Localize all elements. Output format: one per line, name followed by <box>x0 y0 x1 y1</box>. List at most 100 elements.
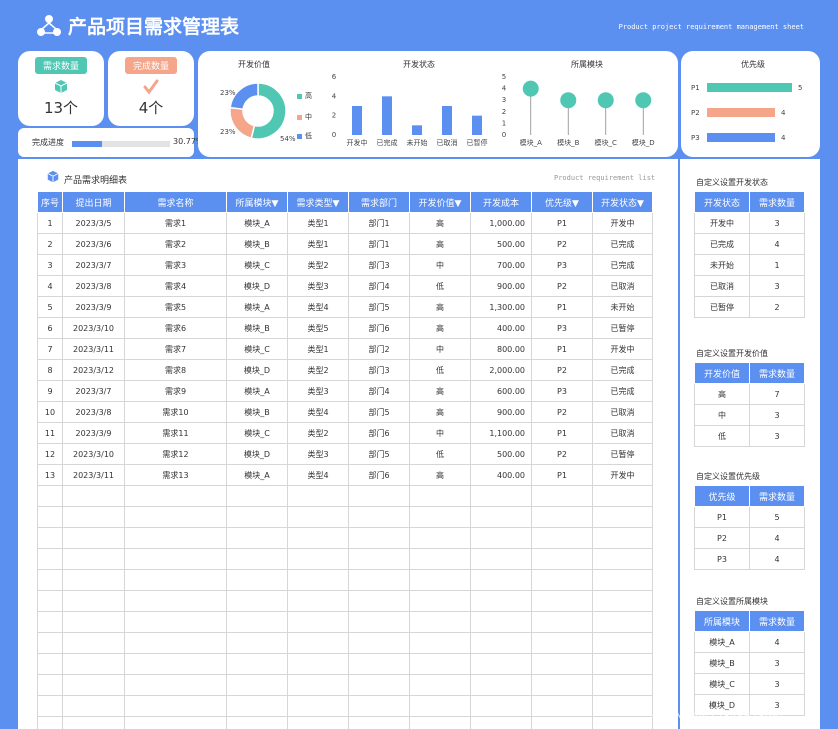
side-table-row: 模块_C 3 <box>694 673 805 695</box>
table-header-row: 序号 提出日期 需求名称 所属模块▼ 需求类型▼ 需求部门 开发价值▼ 开发成本 优先级▼ 开发状… <box>37 191 653 213</box>
empty-cell <box>287 653 349 675</box>
status-bar <box>352 106 362 135</box>
empty-cell <box>287 695 349 717</box>
table-row[interactable]: 4 2023/3/8 需求4 模块_D 类型3 部门4 低 900.00 P2 已取消 <box>37 275 653 297</box>
page-subtitle: Product project requirement management s… <box>618 23 804 31</box>
column-header[interactable]: 开发价值▼ <box>409 191 471 213</box>
empty-cell <box>226 716 288 729</box>
empty-row <box>37 485 653 507</box>
empty-row <box>37 527 653 549</box>
table-cell: 4 <box>37 275 63 297</box>
empty-cell <box>348 716 410 729</box>
empty-cell <box>409 569 471 591</box>
empty-cell <box>124 527 227 549</box>
table-cell: 5 <box>37 296 63 318</box>
column-header[interactable]: 开发状态▼ <box>592 191 653 213</box>
table-cell: 低 <box>409 275 471 297</box>
table-cell: 高 <box>409 401 471 423</box>
side-column-header: 需求数量 <box>749 485 805 507</box>
empty-cell <box>226 611 288 633</box>
table-cell: 高 <box>409 464 471 486</box>
table-cell: 已完成 <box>592 380 653 402</box>
empty-cell <box>37 506 63 528</box>
table-row[interactable]: 7 2023/3/11 需求7 模块_C 类型1 部门2 中 800.00 P1 开发中 <box>37 338 653 360</box>
module-ytick: 3 <box>502 96 506 104</box>
table-cell: 已取消 <box>592 275 653 297</box>
table-row[interactable]: 10 2023/3/8 需求10 模块_B 类型4 部门5 高 900.00 P2 已取消 <box>37 401 653 423</box>
module-xtick: 模块_D <box>632 138 655 147</box>
module-xtick: 模块_A <box>520 138 542 147</box>
table-row[interactable]: 1 2023/3/5 需求1 模块_A 类型1 部门1 高 1,000.00 P1 开发中 <box>37 212 653 234</box>
table-row[interactable]: 12 2023/3/10 需求12 模块_D 类型3 部门5 低 500.00 P2 已暂停 <box>37 443 653 465</box>
table-cell: 7 <box>37 338 63 360</box>
side-table-header-row: 所属模块 需求数量 <box>694 610 805 632</box>
status-chart-title: 开发状态 <box>403 60 435 69</box>
column-header[interactable]: 所属模块▼ <box>226 191 288 213</box>
empty-cell <box>124 716 227 729</box>
table-row[interactable]: 6 2023/3/10 需求6 模块_B 类型5 部门6 高 400.00 P3 已暂停 <box>37 317 653 339</box>
pie-label-low: 23% <box>220 89 236 97</box>
empty-cell <box>531 674 593 696</box>
table-cell: 模块_B <box>226 233 288 255</box>
table-row[interactable]: 11 2023/3/9 需求11 模块_C 类型2 部门6 中 1,100.00 P1 已取消 <box>37 422 653 444</box>
table-cell: 高 <box>409 296 471 318</box>
table-cell: 中 <box>409 254 471 276</box>
table-cell: 600.00 <box>470 380 532 402</box>
column-header[interactable]: 需求类型▼ <box>287 191 349 213</box>
side-column-header: 需求数量 <box>749 362 805 384</box>
priority-value-label: 4 <box>781 134 786 142</box>
empty-cell <box>124 548 227 570</box>
empty-cell <box>287 611 349 633</box>
table-cell: 部门4 <box>348 380 410 402</box>
module-point <box>597 92 614 109</box>
table-cell: P3 <box>531 380 593 402</box>
cube-icon <box>54 80 68 93</box>
side-table-cell: 1 <box>749 254 805 276</box>
table-cell: 部门6 <box>348 422 410 444</box>
table-cell: 900.00 <box>470 275 532 297</box>
status-xtick: 已暂停 <box>467 138 488 147</box>
empty-cell <box>226 590 288 612</box>
empty-row <box>37 506 653 528</box>
column-header: 需求名称 <box>124 191 227 213</box>
module-ytick: 2 <box>502 108 506 116</box>
table-cell: 已取消 <box>592 401 653 423</box>
empty-cell <box>37 716 63 729</box>
side-table-cell: P1 <box>694 506 750 528</box>
table-cell: 12 <box>37 443 63 465</box>
priority-value-label: 5 <box>798 84 802 92</box>
empty-cell <box>592 611 653 633</box>
module-ytick: 0 <box>502 131 506 139</box>
demand-count-value: 13个 <box>43 99 79 117</box>
empty-row <box>37 674 653 696</box>
side-table-row: 中3 <box>694 404 805 426</box>
table-row[interactable]: 2 2023/3/6 需求2 模块_B 类型1 部门1 高 500.00 P2 已完成 <box>37 233 653 255</box>
empty-cell <box>124 674 227 696</box>
empty-cell <box>62 485 125 507</box>
table-row[interactable]: 13 2023/3/11 需求13 模块_A 类型4 部门6 高 400.00 P1 开发中 <box>37 464 653 486</box>
table-row[interactable]: 9 2023/3/7 需求9 模块_A 类型3 部门4 高 600.00 P3 已完成 <box>37 380 653 402</box>
table-cell: 13 <box>37 464 63 486</box>
empty-cell <box>470 632 532 654</box>
list-subtitle: Product requirement list <box>554 174 656 182</box>
table-row[interactable]: 8 2023/3/12 需求8 模块_D 类型2 部门3 低 2,000.00 P2 已完成 <box>37 359 653 381</box>
table-cell: P1 <box>531 422 593 444</box>
table-cell: 11 <box>37 422 63 444</box>
empty-cell <box>592 506 653 528</box>
empty-cell <box>62 590 125 612</box>
table-row[interactable]: 3 2023/3/7 需求3 模块_C 类型2 部门3 中 700.00 P3 已完成 <box>37 254 653 276</box>
table-cell: 高 <box>409 380 471 402</box>
column-header[interactable]: 优先级▼ <box>531 191 593 213</box>
table-row[interactable]: 5 2023/3/9 需求5 模块_A 类型4 部门5 高 1,300.00 P1 未开始 <box>37 296 653 318</box>
empty-row <box>37 695 653 717</box>
table-cell: 2023/3/9 <box>62 422 125 444</box>
table-cell: 未开始 <box>592 296 653 318</box>
table-cell: 开发中 <box>592 464 653 486</box>
table-cell: 中 <box>409 338 471 360</box>
empty-cell <box>592 485 653 507</box>
empty-cell <box>531 569 593 591</box>
empty-cell <box>348 653 410 675</box>
status-xtick: 开发中 <box>347 138 368 147</box>
empty-cell <box>470 485 532 507</box>
table-cell: 模块_D <box>226 275 288 297</box>
